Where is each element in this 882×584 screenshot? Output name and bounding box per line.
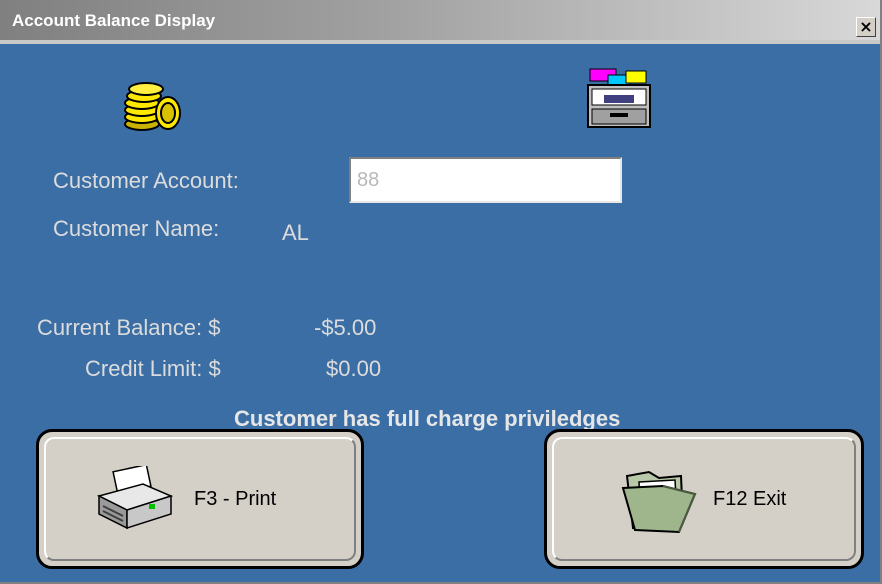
customer-name-value: AL bbox=[282, 220, 309, 245]
print-button[interactable]: F3 - Print bbox=[36, 429, 364, 569]
file-cabinet-icon bbox=[586, 67, 652, 129]
customer-name-label: Customer Name: bbox=[53, 216, 220, 241]
customer-account-input[interactable] bbox=[349, 157, 622, 203]
folder-icon bbox=[619, 464, 699, 536]
printer-icon bbox=[93, 463, 175, 532]
customer-account-label: Customer Account: bbox=[53, 168, 239, 193]
close-button[interactable]: × bbox=[856, 17, 876, 37]
account-balance-window: Account Balance Display × Customer Accou… bbox=[0, 0, 882, 584]
credit-limit-value: $0.00 bbox=[326, 356, 382, 381]
current-balance-value: -$5.00 bbox=[314, 315, 377, 340]
exit-button[interactable]: F12 Exit bbox=[544, 429, 864, 569]
current-balance-label: Current Balance: $ bbox=[37, 315, 221, 340]
close-icon: × bbox=[859, 17, 873, 36]
title-bar: Account Balance Display × bbox=[0, 0, 880, 44]
window-title: Account Balance Display bbox=[12, 11, 216, 30]
coins-icon bbox=[120, 80, 186, 132]
exit-button-label: F12 Exit bbox=[713, 488, 787, 510]
credit-limit-label: Credit Limit: $ bbox=[85, 356, 221, 381]
print-button-label: F3 - Print bbox=[194, 488, 277, 510]
